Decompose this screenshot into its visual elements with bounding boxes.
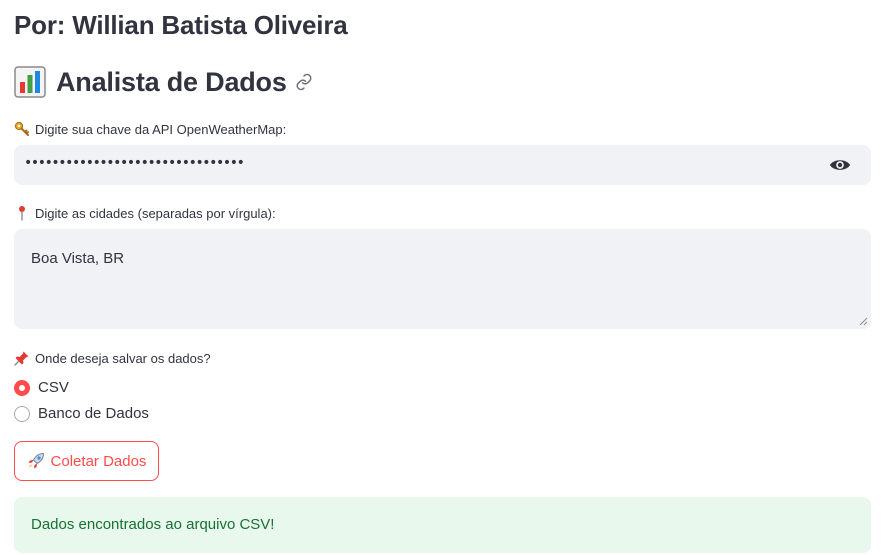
radio-option-database[interactable]: Banco de Dados [14,405,149,422]
radio-option-label: CSV [38,379,69,396]
eye-icon[interactable] [829,156,851,174]
radio-option-label: Banco de Dados [38,405,149,422]
rocket-icon [28,453,44,469]
cities-label-text: Digite as cidades (separadas por vírgula… [35,205,276,221]
radio-unselected-indicator[interactable] [14,405,30,422]
radio-option-csv[interactable]: CSV [14,379,69,396]
resize-grip-icon[interactable] [858,316,868,326]
pushpin-icon [14,351,29,366]
storage-label: Onde deseja salvar os dados? [14,350,211,366]
radio-selected-indicator[interactable] [14,379,30,396]
bar-chart-icon [14,66,46,98]
cities-label: Digite as cidades (separadas por vírgula… [14,205,276,221]
success-alert-message: Dados encontrados ao arquivo CSV! [31,516,275,533]
collect-data-button[interactable]: Coletar Dados [14,441,159,481]
pin-icon [19,206,25,221]
storage-label-text: Onde deseja salvar os dados? [35,350,211,366]
author-heading: Por: Willian Batista Oliveira [14,10,348,40]
api-key-value: •••••••••••••••••••••••••••••••• [24,155,245,171]
api-key-label: Digite sua chave da API OpenWeatherMap: [14,121,286,137]
cities-textarea[interactable]: Boa Vista, BR [14,229,871,329]
page-heading: Analista de Dados [14,66,313,98]
success-alert: Dados encontrados ao arquivo CSV! [14,497,871,553]
page-title: Analista de Dados [56,66,287,97]
link-icon[interactable] [295,73,313,91]
collect-data-button-label: Coletar Dados [50,452,147,470]
api-key-label-text: Digite sua chave da API OpenWeatherMap: [35,121,287,137]
api-key-input[interactable]: •••••••••••••••••••••••••••••••• [14,145,871,185]
cities-value: Boa Vista, BR [31,250,125,267]
key-icon [14,121,29,136]
